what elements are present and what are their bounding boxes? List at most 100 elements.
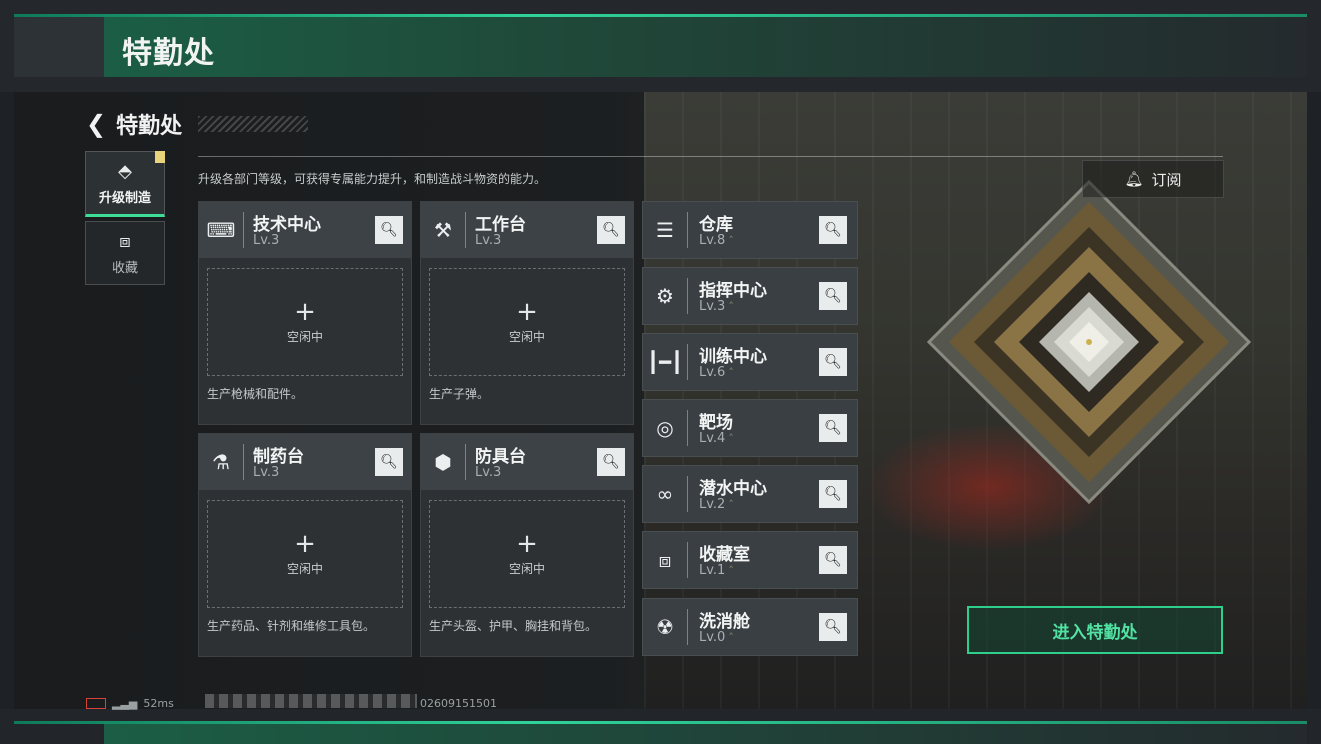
tab-label: 收藏 [111,260,138,276]
facility-collection-room[interactable]: ⧈ 收藏室 Lv.1 ˄ 🔍︎ [642,531,858,589]
diving-icon: ∞ [656,482,674,506]
target-icon: ◎ [656,416,674,440]
pharmacy-icon: ⚗ [212,450,230,474]
production-slot[interactable]: + 空闲中 [207,500,403,608]
plus-icon: + [294,528,316,559]
separator [243,212,244,248]
tab-upgrade-craft[interactable]: ⬘ 升级制造 [85,151,165,217]
uid-text: 02609151501 [420,697,497,710]
facility-name: 洗消舱 [699,612,750,632]
plus-icon: + [294,296,316,327]
back-button[interactable]: ❮ 特勤处 [86,108,309,140]
upgrade-icon: ⬘ [118,160,132,182]
level-chevron-icon: ˄ [728,366,734,379]
facility-command-center[interactable]: ⚙ 指挥中心 Lv.3 ˄ 🔍︎ [642,267,858,325]
search-icon[interactable]: 🔍︎ [819,546,847,574]
header-divider [198,156,1223,157]
tab-collection[interactable]: ⧈ 收藏 [85,221,165,285]
enter-special-ops-button[interactable]: 进入特勤处 [967,606,1223,654]
slot-status: 空闲中 [508,561,545,576]
facility-warehouse[interactable]: ☰ 仓库 Lv.8 ˄ 🔍︎ [642,201,858,259]
slot-status: 空闲中 [508,329,545,344]
facility-name: 潜水中心 [699,479,767,499]
level-chevron-icon: ˄ [728,564,734,577]
production-slot[interactable]: + 空闲中 [207,268,403,376]
signal-icon: ▂▃▅ [112,697,138,710]
card-description: 生产药品、针剂和维修工具包。 [207,619,376,633]
search-icon[interactable]: 🔍︎ [819,480,847,508]
separator [687,542,688,578]
search-icon[interactable]: 🔍︎ [819,216,847,244]
facility-level: Lv.3 ˄ [699,299,734,314]
production-slot[interactable]: + 空闲中 [429,268,625,376]
hatch-decoration [198,116,309,132]
cube-artwork [926,179,1252,505]
facility-name: 收藏室 [699,545,750,565]
search-icon[interactable]: 🔍︎ [819,414,847,442]
card-description: 生产枪械和配件。 [207,387,304,401]
card-level: Lv.3 [475,465,502,480]
workshop-card-pharmacy[interactable]: ⚗ 制药台 Lv.3 🔍︎ + 空闲中 生产药品、针剂和维修工具包。 [198,433,412,657]
separator [687,278,688,314]
card-header: ⌨ 技术中心 Lv.3 🔍︎ [199,202,411,258]
training-icon: ┃━┃ [646,350,684,374]
separator [687,476,688,512]
card-description: 生产子弹。 [429,387,490,401]
separator [687,609,688,645]
search-icon[interactable]: 🔍︎ [819,348,847,376]
facility-level: Lv.6 ˄ [699,365,734,380]
level-chevron-icon: ˄ [728,498,734,511]
armor-bench-icon: ⬢ [434,450,452,474]
search-icon[interactable]: 🔍︎ [819,282,847,310]
subscribe-button[interactable]: 🔔︎ 订阅 [1082,160,1224,198]
workshop-card-workbench[interactable]: ⚒ 工作台 Lv.3 🔍︎ + 空闲中 生产子弹。 [420,201,634,425]
facility-name: 仓库 [699,215,733,235]
search-icon[interactable]: 🔍︎ [375,448,403,476]
card-name: 工作台 [475,215,526,235]
plus-icon: + [516,528,538,559]
subscribe-label: 订阅 [1151,170,1182,189]
facility-level: Lv.0 ˄ [699,630,734,645]
collection-icon: ⧈ [119,230,131,252]
blurred-uid [205,694,417,708]
level-chevron-icon: ˄ [728,631,734,644]
search-icon[interactable]: 🔍︎ [597,216,625,244]
card-header: ⚗ 制药台 Lv.3 🔍︎ [199,434,411,490]
separator [687,212,688,248]
description-text: 升级各部门等级，可获得专属能力提升，和制造战斗物资的能力。 [198,172,547,186]
collection-room-icon: ⧈ [658,548,672,572]
facility-level: Lv.1 ˄ [699,563,734,578]
plus-icon: + [516,296,538,327]
facility-training-center[interactable]: ┃━┃ 训练中心 Lv.6 ˄ 🔍︎ [642,333,858,391]
workshop-card-tech-center[interactable]: ⌨ 技术中心 Lv.3 🔍︎ + 空闲中 生产枪械和配件。 [198,201,412,425]
separator [687,344,688,380]
tab-label: 升级制造 [98,190,151,206]
workshop-card-armor-bench[interactable]: ⬢ 防具台 Lv.3 🔍︎ + 空闲中 生产头盔、护甲、胸挂和背包。 [420,433,634,657]
facility-level: Lv.2 ˄ [699,497,734,512]
search-icon[interactable]: 🔍︎ [597,448,625,476]
bottom-bar [0,709,1321,744]
card-level: Lv.3 [475,233,502,248]
card-level: Lv.3 [253,465,280,480]
card-level: Lv.3 [253,233,280,248]
slot-status: 空闲中 [286,329,323,344]
card-header: ⬢ 防具台 Lv.3 🔍︎ [421,434,633,490]
card-header: ⚒ 工作台 Lv.3 🔍︎ [421,202,633,258]
slot-status: 空闲中 [286,561,323,576]
tech-center-icon: ⌨ [206,218,236,242]
facility-shooting-range[interactable]: ◎ 靶场 Lv.4 ˄ 🔍︎ [642,399,858,457]
facility-decon-chamber[interactable]: ☢ 洗消舱 Lv.0 ˄ 🔍︎ [642,598,858,656]
battery-icon [86,698,106,709]
card-description: 生产头盔、护甲、胸挂和背包。 [429,619,598,633]
facility-name: 指挥中心 [699,281,767,301]
search-icon[interactable]: 🔍︎ [375,216,403,244]
card-name: 制药台 [253,447,304,467]
warehouse-icon: ☰ [656,218,674,242]
facility-diving-center[interactable]: ∞ 潜水中心 Lv.2 ˄ 🔍︎ [642,465,858,523]
production-slot[interactable]: + 空闲中 [429,500,625,608]
level-chevron-icon: ˄ [728,432,734,445]
search-icon[interactable]: 🔍︎ [819,613,847,641]
separator [687,410,688,446]
bell-icon: 🔔︎ [1124,170,1144,188]
level-chevron-icon: ˄ [728,300,734,313]
